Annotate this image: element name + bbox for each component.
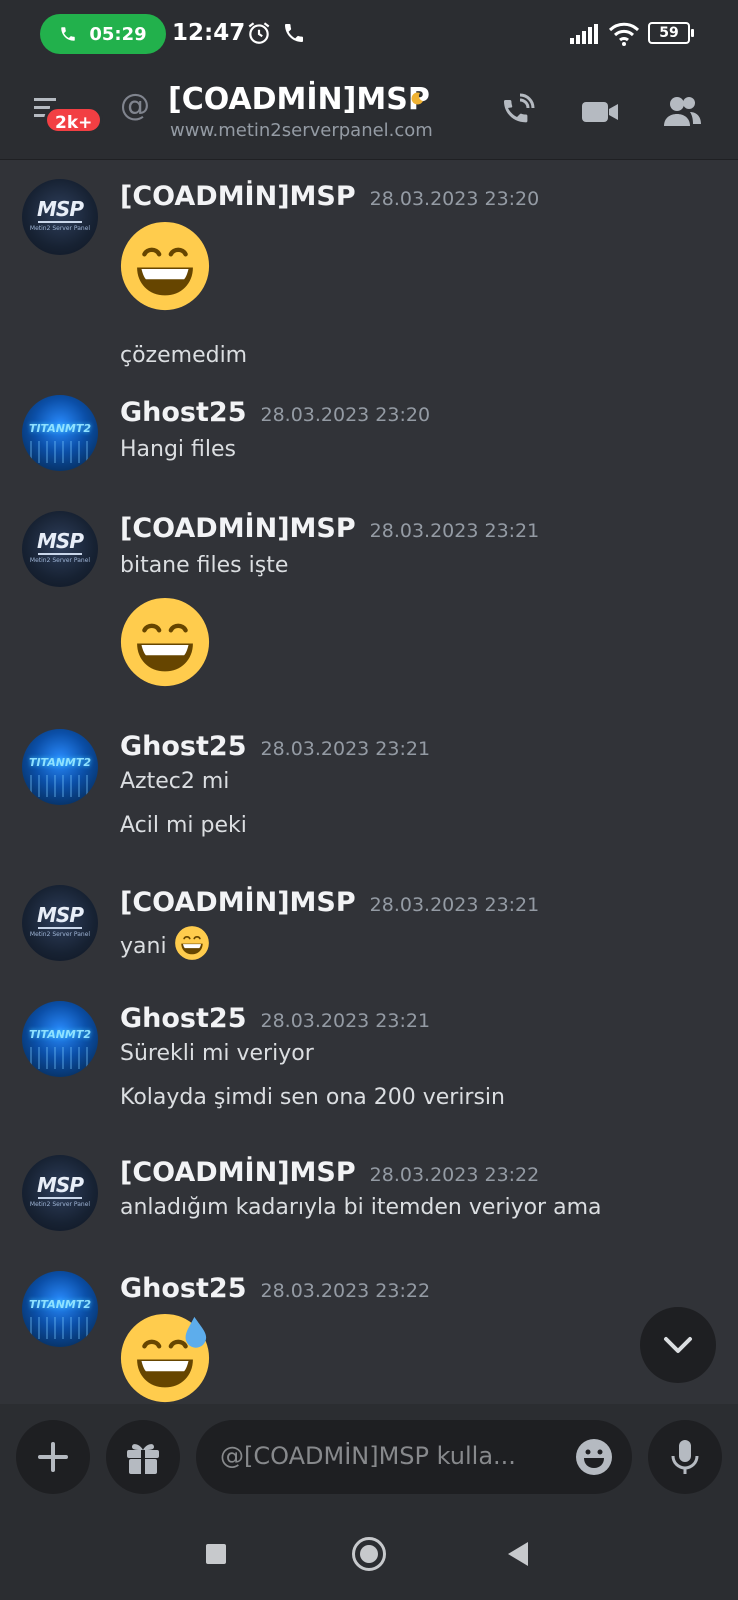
avatar[interactable]: TITANMT2 bbox=[22, 395, 98, 471]
battery-icon: 59 bbox=[648, 22, 694, 44]
phone-icon bbox=[61, 27, 76, 41]
message-timestamp: 28.03.2023 23:21 bbox=[369, 894, 540, 916]
message-list[interactable]: MSP Metin2 Server Panel [COADMİN]MSP 28.0… bbox=[0, 161, 738, 1404]
clock: 12:47 bbox=[172, 20, 246, 46]
call-icon bbox=[285, 24, 303, 42]
gift-icon bbox=[127, 1444, 159, 1474]
grinning-face-emoji bbox=[174, 926, 209, 960]
voice-message-button[interactable] bbox=[648, 1420, 722, 1494]
message-timestamp: 28.03.2023 23:20 bbox=[260, 404, 431, 426]
signal-icon bbox=[570, 24, 598, 44]
message-text: Acil mi peki bbox=[120, 813, 247, 838]
avatar[interactable]: MSP Metin2 Server Panel bbox=[22, 1155, 98, 1231]
call-duration: 05:29 bbox=[89, 23, 147, 45]
channel-header: 2k+ @ [COADMİN]MSP www.metin2serverpanel… bbox=[0, 68, 738, 160]
channel-title[interactable]: [COADMİN]MSP bbox=[168, 82, 430, 117]
emoji-icon[interactable] bbox=[574, 1437, 614, 1477]
message-timestamp: 28.03.2023 23:21 bbox=[369, 520, 540, 542]
message-author[interactable]: [COADMİN]MSP 28.03.2023 23:21 bbox=[120, 887, 539, 918]
avatar[interactable]: MSP Metin2 Server Panel bbox=[22, 885, 98, 961]
message-timestamp: 28.03.2023 23:22 bbox=[369, 1164, 540, 1186]
at-icon: @ bbox=[120, 88, 150, 123]
avatar[interactable]: MSP Metin2 Server Panel bbox=[22, 511, 98, 587]
members-icon[interactable] bbox=[660, 90, 704, 134]
scroll-to-bottom-button[interactable] bbox=[640, 1307, 716, 1383]
video-call-icon[interactable] bbox=[578, 90, 622, 134]
grinning-face-with-sweat-emoji bbox=[120, 1313, 210, 1403]
gift-button[interactable] bbox=[106, 1420, 180, 1494]
message-text: bitane files işte bbox=[120, 553, 289, 578]
message-text: Sürekli mi veriyor bbox=[120, 1041, 314, 1066]
avatar[interactable]: MSP Metin2 Server Panel bbox=[22, 179, 98, 255]
message-author[interactable]: [COADMİN]MSP 28.03.2023 23:20 bbox=[120, 181, 539, 212]
message-timestamp: 28.03.2023 23:21 bbox=[260, 738, 431, 760]
message-text: Hangi files bbox=[120, 437, 237, 462]
back-icon[interactable] bbox=[508, 1542, 528, 1566]
message-author[interactable]: Ghost25 28.03.2023 23:22 bbox=[120, 1273, 430, 1304]
ongoing-call-pill[interactable]: 05:29 bbox=[40, 14, 166, 54]
message-text: çözemedim bbox=[120, 343, 248, 368]
avatar[interactable]: TITANMT2 bbox=[22, 729, 98, 805]
avatar[interactable]: TITANMT2 bbox=[22, 1271, 98, 1347]
grinning-face-emoji bbox=[120, 221, 210, 311]
recents-icon[interactable] bbox=[206, 1544, 226, 1564]
plus-icon bbox=[38, 1442, 68, 1472]
message-input[interactable]: @[COADMİN]MSP kulla... bbox=[196, 1420, 632, 1494]
system-navigation-bar bbox=[0, 1514, 738, 1600]
unread-badge: 2k+ bbox=[44, 106, 104, 134]
grinning-face-emoji bbox=[120, 597, 210, 687]
message-text: Aztec2 mi bbox=[120, 769, 230, 794]
avatar[interactable]: TITANMT2 bbox=[22, 1001, 98, 1077]
voice-call-icon[interactable] bbox=[494, 90, 538, 134]
message-input-placeholder: @[COADMİN]MSP kulla... bbox=[220, 1442, 516, 1470]
moon-icon bbox=[411, 92, 423, 105]
home-icon[interactable] bbox=[352, 1537, 386, 1571]
message-author[interactable]: Ghost25 28.03.2023 23:21 bbox=[120, 1003, 430, 1034]
message-author[interactable]: Ghost25 28.03.2023 23:21 bbox=[120, 731, 430, 762]
message-composer: @[COADMİN]MSP kulla... bbox=[0, 1404, 738, 1514]
message-timestamp: 28.03.2023 23:22 bbox=[260, 1280, 431, 1302]
message-author[interactable]: Ghost25 28.03.2023 23:20 bbox=[120, 397, 430, 428]
chevron-down-icon bbox=[664, 1337, 692, 1353]
message-text: Kolayda şimdi sen ona 200 verirsin bbox=[120, 1085, 505, 1110]
message-text: yani bbox=[120, 925, 210, 961]
alarm-icon bbox=[248, 22, 270, 44]
status-bar: 05:29 12:47 59 bbox=[0, 0, 738, 68]
message-timestamp: 28.03.2023 23:21 bbox=[260, 1010, 431, 1032]
message-author[interactable]: [COADMİN]MSP 28.03.2023 23:22 bbox=[120, 1157, 539, 1188]
wifi-icon bbox=[608, 22, 640, 46]
message-author[interactable]: [COADMİN]MSP 28.03.2023 23:21 bbox=[120, 513, 539, 544]
microphone-icon bbox=[671, 1440, 699, 1474]
message-timestamp: 28.03.2023 23:20 bbox=[369, 188, 540, 210]
channel-subtitle: www.metin2serverpanel.com bbox=[170, 120, 433, 141]
message-text: anladığım kadarıyla bi itemden veriyor a… bbox=[120, 1195, 602, 1220]
add-attachment-button[interactable] bbox=[16, 1420, 90, 1494]
